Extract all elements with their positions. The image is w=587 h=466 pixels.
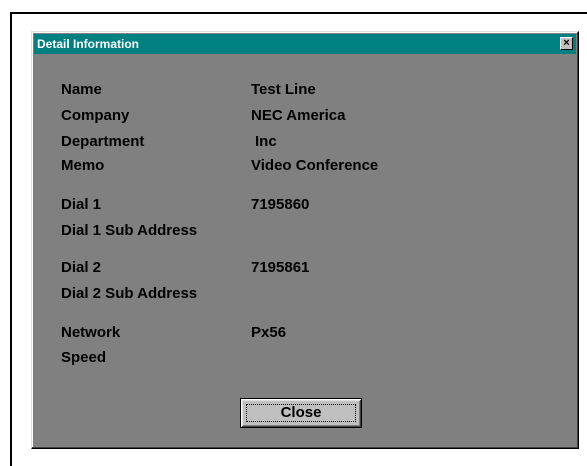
window-title: Detail Information: [37, 37, 140, 51]
close-button-label: Close: [280, 404, 322, 421]
close-icon[interactable]: ×: [560, 37, 573, 50]
company-value: NEC America: [251, 107, 346, 124]
dial1-sub-address-label: Dial 1 Sub Address: [61, 222, 198, 239]
memo-label: Memo: [61, 157, 105, 174]
department-label: Department: [61, 133, 145, 150]
dial1-label: Dial 1: [61, 196, 102, 213]
dial2-label: Dial 2: [61, 259, 102, 276]
detail-information-dialog: Detail Information × Name Test Line Comp…: [31, 31, 579, 449]
name-label: Name: [61, 81, 102, 98]
dial2-sub-address-label: Dial 2 Sub Address: [61, 285, 198, 302]
department-value: Inc: [255, 133, 277, 150]
company-label: Company: [61, 107, 130, 124]
network-label: Network: [61, 324, 121, 341]
network-value: Px56: [251, 324, 287, 341]
speed-label: Speed: [61, 349, 107, 366]
dial2-value: 7195861: [251, 259, 310, 276]
title-bar[interactable]: Detail Information ×: [34, 34, 576, 54]
close-button[interactable]: Close: [240, 398, 362, 428]
name-value: Test Line: [251, 81, 316, 98]
dial1-value: 7195860: [251, 196, 310, 213]
memo-value: Video Conference: [251, 157, 379, 174]
